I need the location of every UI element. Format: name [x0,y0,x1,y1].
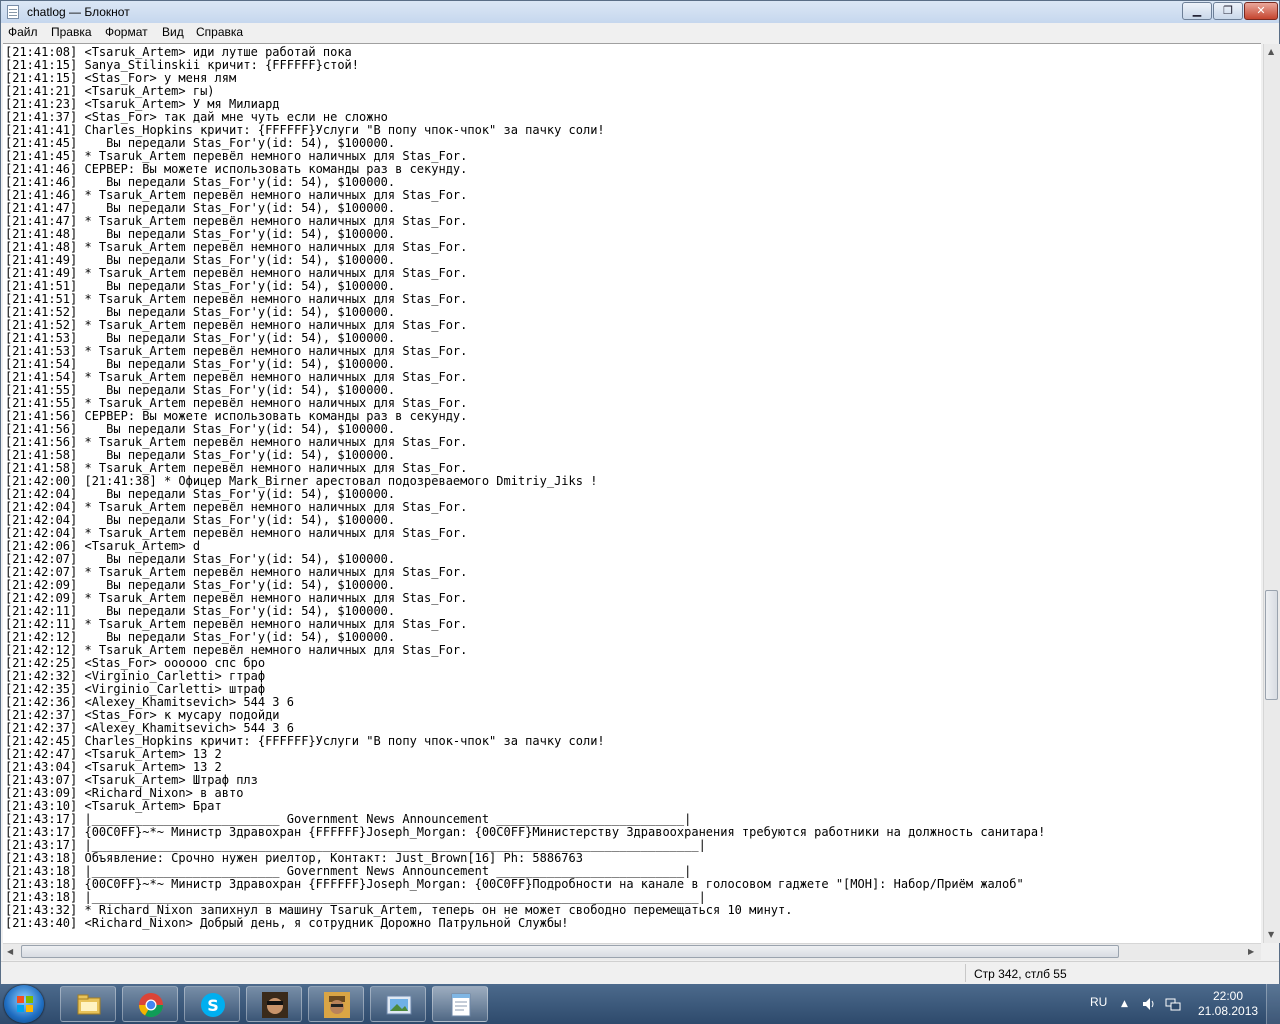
vertical-scroll-thumb[interactable] [1265,590,1278,700]
title-bar[interactable]: chatlog — Блокнот ▁ ❐ ✕ [1,1,1279,23]
taskbar-explorer[interactable] [60,986,116,1022]
window-title: chatlog — Блокнот [27,5,130,19]
tray-expand-icon[interactable]: ▲ [1121,999,1128,1009]
taskbar-notepad[interactable] [432,986,488,1022]
vertical-scrollbar[interactable]: ▲ ▼ [1263,44,1280,943]
close-button[interactable]: ✕ [1244,2,1278,20]
taskbar: S RU ▲ 22:00 21.08.2013 [0,984,1280,1024]
svg-text:S: S [207,996,219,1015]
horizontal-scroll-thumb[interactable] [21,945,1119,958]
status-separator [965,964,966,982]
scroll-left-icon[interactable]: ◀ [7,947,13,956]
network-icon[interactable] [1165,996,1181,1012]
taskbar-chrome[interactable] [122,986,178,1022]
log-line: [21:43:40] <Richard_Nixon> Добрый день, … [5,916,569,930]
cursor-position: Стр 342, стлб 55 [974,967,1067,981]
taskbar-game-1[interactable] [246,986,302,1022]
start-button[interactable] [4,985,44,1023]
text-editor[interactable]: [21:41:08] <Tsaruk_Artem> иди лутше рабо… [3,43,1261,944]
minimize-button[interactable]: ▁ [1182,2,1212,20]
menu-edit[interactable]: Правка [51,25,92,39]
taskbar-skype[interactable]: S [184,986,240,1022]
taskbar-game-2[interactable] [308,986,364,1022]
notepad-app-icon[interactable] [7,5,19,19]
photo-viewer-icon [386,995,412,1015]
notepad-window: chatlog — Блокнот ▁ ❐ ✕ Файл Правка Форм… [0,0,1280,984]
menu-view[interactable]: Вид [162,25,184,39]
status-bar: Стр 342, стлб 55 [1,961,1279,984]
chat-log-text[interactable]: [21:41:08] <Tsaruk_Artem> иди лутше рабо… [5,46,1045,930]
game-icon [262,992,288,1018]
maximize-button[interactable]: ❐ [1213,2,1243,20]
horizontal-scrollbar[interactable]: ◀ ▶ [3,943,1261,960]
menu-format[interactable]: Формат [105,25,148,39]
clock-date: 21.08.2013 [1198,1004,1259,1018]
notepad-icon [451,993,471,1017]
windows-logo-icon [17,996,33,1012]
scroll-right-icon[interactable]: ▶ [1248,947,1254,956]
taskbar-photo-viewer[interactable] [370,986,426,1022]
explorer-icon [77,994,101,1015]
menu-bar: Файл Правка Формат Вид Справка [1,23,1279,42]
chrome-icon [139,993,163,1018]
system-clock[interactable]: 22:00 21.08.2013 [1198,989,1258,1019]
scroll-up-icon[interactable]: ▲ [1268,47,1274,56]
scroll-down-icon[interactable]: ▼ [1268,930,1274,939]
game-icon [324,992,350,1018]
language-indicator[interactable]: RU [1090,995,1107,1009]
clock-time: 22:00 [1212,989,1244,1003]
volume-icon[interactable] [1141,996,1157,1012]
show-desktop-button[interactable] [1266,984,1280,1024]
menu-help[interactable]: Справка [196,25,243,39]
menu-file[interactable]: Файл [8,25,38,39]
skype-icon: S [201,993,225,1017]
